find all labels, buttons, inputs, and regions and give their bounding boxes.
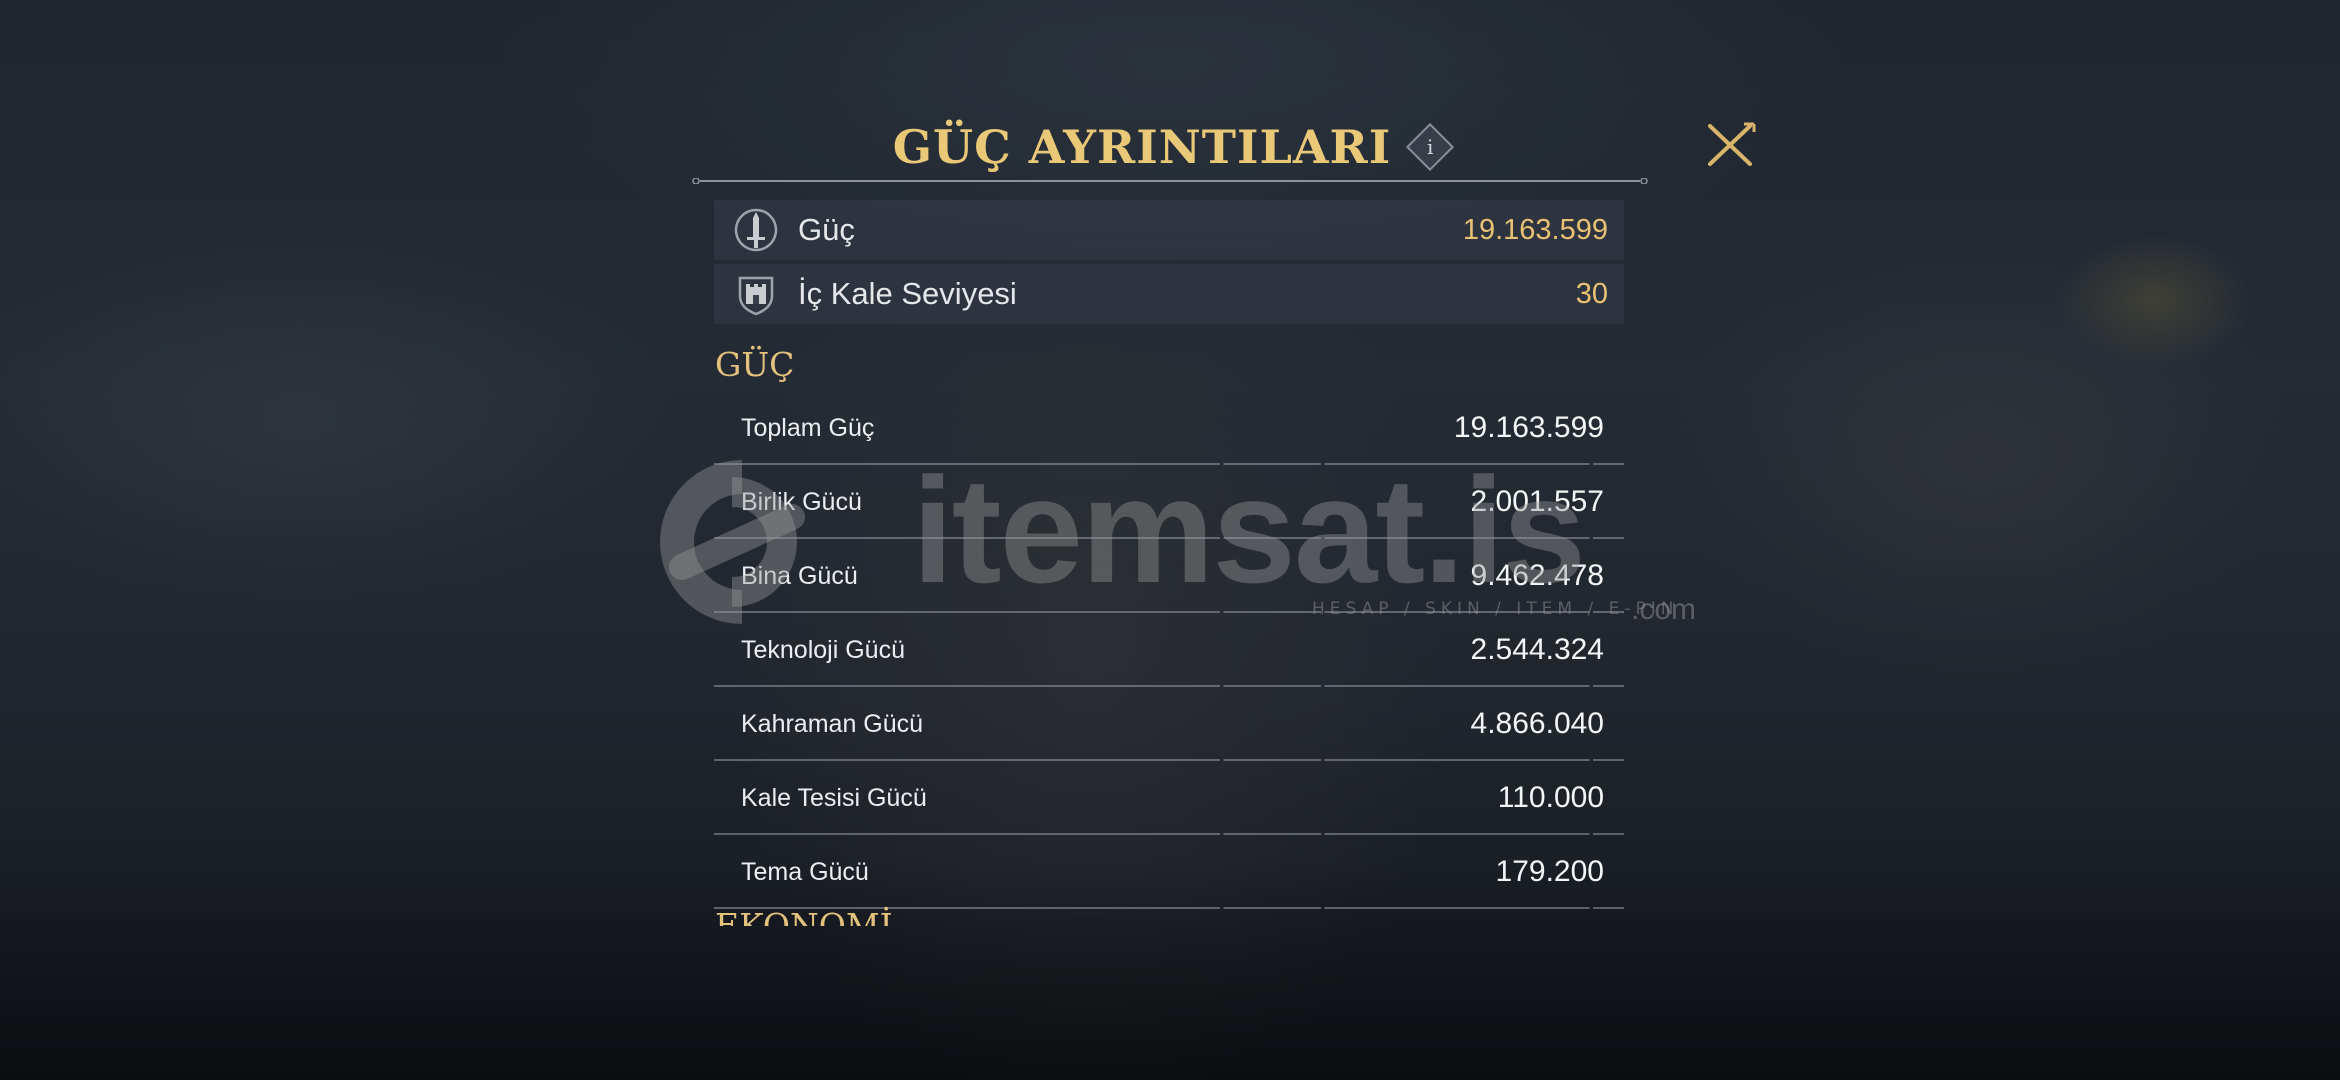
stat-label: Toplam Güç	[741, 413, 875, 442]
stat-label: Teknoloji Gücü	[741, 635, 905, 664]
info-icon-glyph: i	[1427, 135, 1434, 159]
stat-value: 19.163.599	[1453, 411, 1604, 444]
stat-value: 4.866.040	[1470, 707, 1604, 740]
stat-label: Birlik Gücü	[741, 487, 862, 516]
stat-label: Kahraman Gücü	[741, 709, 924, 738]
stat-row-building-power: Bina Gücü 9.462.478	[714, 539, 1624, 613]
stat-label: Tema Gücü	[741, 857, 869, 886]
power-stats-list: Toplam Güç 19.163.599 Birlik Gücü 2.001.…	[714, 391, 1624, 909]
stat-value: 2.544.324	[1470, 633, 1604, 666]
stat-value: 9.462.478	[1470, 559, 1604, 592]
stat-value: 179.200	[1495, 855, 1604, 888]
close-icon	[1708, 122, 1756, 166]
stat-value: 110.000	[1497, 781, 1604, 814]
panel-header: GÜÇ AYRINTILARI i	[700, 112, 1640, 182]
close-button[interactable]	[1700, 118, 1760, 172]
castle-shield-icon	[738, 276, 774, 316]
title-divider	[692, 178, 1648, 184]
page-title: GÜÇ AYRINTILARI	[892, 120, 1392, 174]
summary-value: 30	[1575, 277, 1608, 310]
summary-label: Güç	[798, 212, 855, 247]
stat-row-total-power: Toplam Güç 19.163.599	[714, 391, 1624, 465]
info-icon[interactable]: i	[1406, 122, 1455, 172]
summary-row-castle-level: İç Kale Seviyesi 30	[714, 264, 1624, 324]
stat-row-hero-power: Kahraman Gücü 4.866.040	[714, 687, 1624, 761]
section-title-power: GÜÇ	[715, 345, 795, 384]
stat-label: Kale Tesisi Gücü	[741, 783, 927, 812]
sword-icon	[734, 208, 778, 252]
stat-row-castle-facility-power: Kale Tesisi Gücü 110.000	[714, 761, 1624, 835]
stat-row-theme-power: Tema Gücü 179.200	[714, 835, 1624, 909]
summary-value: 19.163.599	[1462, 213, 1608, 246]
stat-value: 2.001.557	[1470, 485, 1604, 518]
summary-label: İç Kale Seviyesi	[798, 276, 1017, 311]
stat-row-troop-power: Birlik Gücü 2.001.557	[714, 465, 1624, 539]
stat-label: Bina Gücü	[741, 561, 858, 590]
summary-row-power: Güç 19.163.599	[714, 200, 1624, 260]
stat-row-technology-power: Teknoloji Gücü 2.544.324	[714, 613, 1624, 687]
section-title-economy: EKONOMİ	[715, 906, 893, 926]
